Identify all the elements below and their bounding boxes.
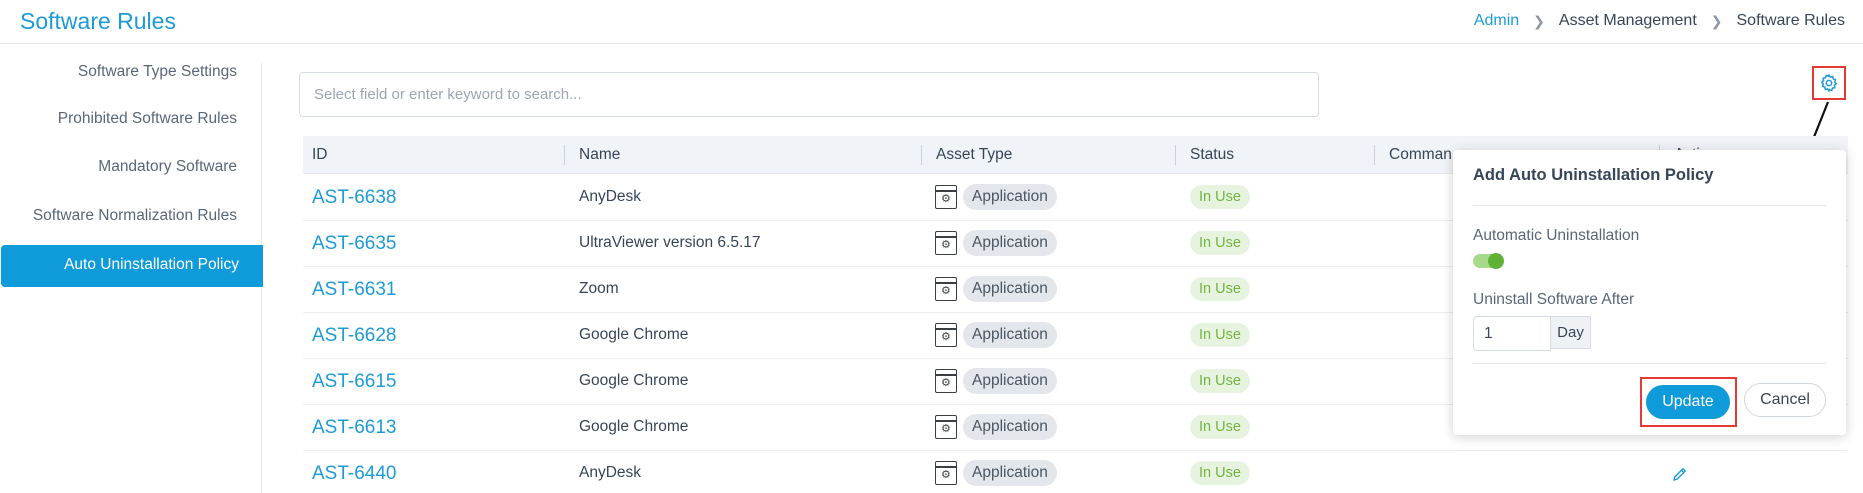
asset-type-cell: ⚙ Application [935, 460, 1057, 486]
sidebar-item-software-type-settings[interactable]: Software Type Settings [78, 63, 237, 81]
gear-icon [1820, 73, 1838, 93]
column-divider [921, 145, 922, 165]
application-icon: ⚙ [935, 185, 957, 209]
status-badge: In Use [1190, 231, 1250, 255]
asset-type-cell: ⚙ Application [935, 414, 1057, 440]
column-divider [564, 145, 565, 165]
application-icon: ⚙ [935, 461, 957, 485]
chevron-right-icon: ❯ [1533, 12, 1545, 29]
status-badge: In Use [1190, 185, 1250, 209]
search-box [299, 72, 1319, 117]
asset-type-cell: ⚙ Application [935, 322, 1057, 348]
software-name: UltraViewer version 6.5.17 [579, 234, 761, 251]
sidebar-item-software-normalization-rules[interactable]: Software Normalization Rules [33, 207, 237, 225]
cancel-button[interactable]: Cancel [1744, 383, 1826, 417]
asset-type-cell: ⚙ Application [935, 230, 1057, 256]
asset-type-badge: Application [963, 230, 1057, 256]
breadcrumb-admin[interactable]: Admin [1474, 12, 1519, 30]
chevron-right-icon: ❯ [1710, 12, 1723, 29]
page-title: Software Rules [20, 8, 176, 34]
table-row: AST-6440 AnyDesk ⚙ Application In Use [303, 451, 1848, 493]
popup-title: Add Auto Uninstallation Policy [1473, 166, 1714, 184]
divider [1473, 205, 1826, 206]
asset-id-link[interactable]: AST-6635 [312, 233, 397, 255]
asset-type-cell: ⚙ Application [935, 184, 1057, 210]
sidebar-item-auto-uninstallation-policy[interactable]: Auto Uninstallation Policy [1, 245, 263, 287]
status-badge: In Use [1190, 369, 1250, 393]
asset-id-link[interactable]: AST-6440 [312, 463, 397, 485]
status-badge: In Use [1190, 461, 1250, 485]
asset-type-cell: ⚙ Application [935, 276, 1057, 302]
update-button[interactable]: Update [1646, 385, 1730, 419]
status-badge: In Use [1190, 415, 1250, 439]
application-icon: ⚙ [935, 323, 957, 347]
column-header-name[interactable]: Name [579, 146, 620, 164]
software-name: AnyDesk [579, 188, 642, 205]
asset-id-link[interactable]: AST-6615 [312, 371, 397, 393]
software-name: AnyDesk [579, 464, 642, 481]
column-header-asset-type[interactable]: Asset Type [936, 146, 1012, 164]
column-header-id[interactable]: ID [312, 146, 328, 164]
uninstall-after-label: Uninstall Software After [1473, 291, 1635, 308]
divider [1473, 363, 1826, 364]
asset-id-link[interactable]: AST-6631 [312, 279, 397, 301]
software-name: Zoom [579, 280, 619, 297]
software-name: Google Chrome [579, 372, 689, 389]
status-badge: In Use [1190, 277, 1250, 301]
asset-type-badge: Application [963, 414, 1057, 440]
application-icon: ⚙ [935, 277, 957, 301]
application-icon: ⚙ [935, 369, 957, 393]
uninstall-after-input[interactable] [1473, 316, 1551, 351]
pencil-icon[interactable] [1671, 465, 1689, 483]
automatic-uninstallation-label: Automatic Uninstallation [1473, 227, 1640, 244]
asset-type-badge: Application [963, 368, 1057, 394]
column-header-command[interactable]: Comman [1389, 146, 1452, 164]
asset-id-link[interactable]: AST-6638 [312, 187, 397, 209]
sidebar: Software Type Settings Prohibited Softwa… [0, 63, 263, 493]
column-divider [1175, 145, 1176, 165]
asset-type-badge: Application [963, 322, 1057, 348]
highlight-box: Update [1640, 377, 1737, 427]
breadcrumb: Admin ❯ Asset Management ❯ Software Rule… [1474, 12, 1845, 30]
automatic-uninstallation-toggle[interactable] [1473, 253, 1504, 269]
search-input[interactable] [300, 73, 1318, 116]
sidebar-item-prohibited-software-rules[interactable]: Prohibited Software Rules [58, 110, 237, 128]
sidebar-item-mandatory-software[interactable]: Mandatory Software [98, 158, 237, 176]
asset-id-link[interactable]: AST-6628 [312, 325, 397, 347]
asset-type-badge: Application [963, 460, 1057, 486]
asset-type-cell: ⚙ Application [935, 368, 1057, 394]
application-icon: ⚙ [935, 231, 957, 255]
asset-type-badge: Application [963, 276, 1057, 302]
breadcrumb-software-rules: Software Rules [1736, 12, 1846, 29]
top-bar: Software Rules Admin ❯ Asset Management … [0, 0, 1863, 44]
software-name: Google Chrome [579, 418, 689, 435]
uninstall-after-unit: Day [1551, 316, 1591, 349]
column-divider [1374, 145, 1375, 165]
column-header-status[interactable]: Status [1190, 146, 1234, 164]
asset-id-link[interactable]: AST-6613 [312, 417, 397, 439]
auto-uninstallation-popup: Add Auto Uninstallation Policy Automatic… [1453, 150, 1846, 435]
breadcrumb-asset-management[interactable]: Asset Management [1559, 12, 1697, 30]
application-icon: ⚙ [935, 415, 957, 439]
status-badge: In Use [1190, 323, 1250, 347]
software-name: Google Chrome [579, 326, 689, 343]
settings-button[interactable] [1812, 66, 1846, 100]
asset-type-badge: Application [963, 184, 1057, 210]
